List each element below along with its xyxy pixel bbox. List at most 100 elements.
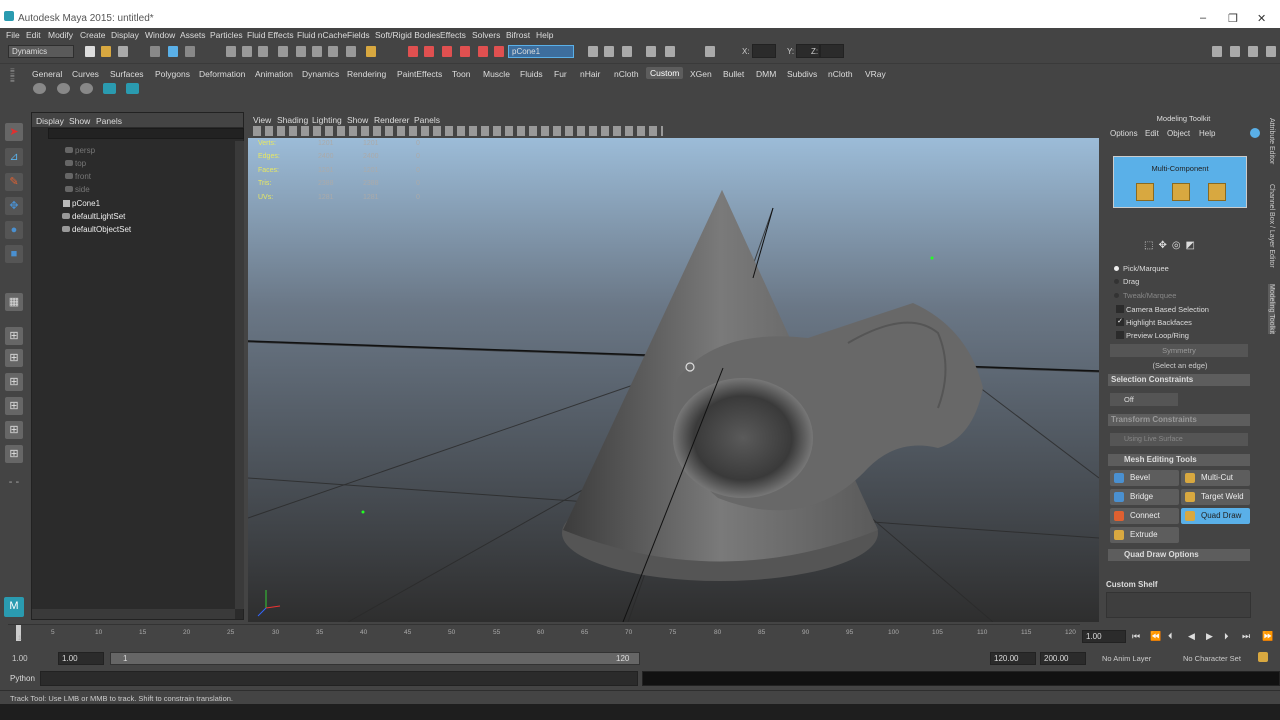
shelf-tab-nhair[interactable]: nHair xyxy=(580,69,600,79)
io-icon[interactable] xyxy=(328,46,338,57)
menu-soft-rigid-bodies[interactable]: Soft/Rigid Bodies xyxy=(375,30,440,40)
shelf-sphere-icon[interactable] xyxy=(33,83,46,94)
absolute-transform-icon[interactable] xyxy=(588,46,598,57)
object-name-field[interactable]: pCone1 xyxy=(508,45,574,58)
menu-assets[interactable]: Assets xyxy=(180,30,206,40)
current-frame-field[interactable]: 1.00 xyxy=(1082,630,1126,643)
side-by-side-layout-icon[interactable]: ⊞ xyxy=(5,349,23,367)
transform-constraint-dropdown[interactable]: Using Live Surface xyxy=(1110,433,1248,446)
command-language-label[interactable]: Python xyxy=(10,674,35,683)
hypershade-icon[interactable] xyxy=(460,46,470,57)
select-component-icon[interactable] xyxy=(185,46,195,57)
persp-graph-layout-icon[interactable]: ⊞ xyxy=(5,373,23,391)
transform-constraints-header[interactable]: Transform Constraints xyxy=(1108,414,1250,426)
shelf-tab-muscle[interactable]: Muscle xyxy=(483,69,510,79)
vertex-mode-icon[interactable] xyxy=(1136,183,1154,201)
face-mode-icon[interactable] xyxy=(1208,183,1226,201)
animation-start-field[interactable]: 1.00 xyxy=(12,654,28,663)
close-button[interactable]: ✕ xyxy=(1257,12,1266,25)
viewport-menu-view[interactable]: View xyxy=(253,115,271,125)
side-tab-modeling-toolkit[interactable]: Modeling Toolkit xyxy=(1268,284,1275,335)
menu-fluid-ncache[interactable]: Fluid nCache xyxy=(297,30,347,40)
snap-live-icon[interactable] xyxy=(296,46,306,57)
hypershade-layout-icon[interactable]: ⊞ xyxy=(5,421,23,439)
step-forward-frame-icon[interactable]: ⏵ xyxy=(1224,631,1229,642)
select-hierarchy-icon[interactable] xyxy=(150,46,160,57)
snap-point-icon[interactable] xyxy=(258,46,268,57)
menu-solvers[interactable]: Solvers xyxy=(472,30,500,40)
step-back-key-icon[interactable]: ⏪ xyxy=(1150,631,1161,642)
menu-display[interactable]: Display xyxy=(111,30,139,40)
outliner-item-defaultobjectset[interactable]: defaultObjectSet xyxy=(62,225,131,234)
outliner-filter-field[interactable] xyxy=(48,128,244,139)
save-scene-icon[interactable] xyxy=(118,46,128,57)
render-view-icon[interactable] xyxy=(478,46,488,57)
outliner-layout-icon[interactable]: ⊞ xyxy=(5,397,23,415)
menu-modify[interactable]: Modify xyxy=(48,30,73,40)
show-hide-attribute-editor-icon[interactable] xyxy=(1212,46,1222,57)
z-field[interactable] xyxy=(820,44,844,58)
target-weld-button[interactable]: Target Weld xyxy=(1181,489,1250,505)
outliner-item-top[interactable]: top xyxy=(65,159,86,168)
selection-constraints-header[interactable]: Selection Constraints xyxy=(1108,374,1250,386)
symmetry-button[interactable]: Symmetry xyxy=(1110,344,1248,357)
pick-marquee-option[interactable]: Pick/Marquee xyxy=(1114,264,1169,273)
shelf-tab-painteffects[interactable]: PaintEffects xyxy=(397,69,442,79)
bridge-button[interactable]: Bridge xyxy=(1110,489,1179,505)
outliner-item-pcone1[interactable]: pCone1 xyxy=(63,199,100,208)
lasso-tool-icon[interactable]: ⊿ xyxy=(5,148,23,166)
more-layouts-icon[interactable]: - - xyxy=(5,473,23,491)
tweak-marquee-option[interactable]: Tweak/Marquee xyxy=(1114,291,1176,300)
shelf-tab-animation[interactable]: Animation xyxy=(255,69,293,79)
shelf-handle-icon[interactable]: ≡ ≡ ≡ xyxy=(10,67,20,108)
shelf-tab-vray[interactable]: VRay xyxy=(865,69,886,79)
shelf-tab-surfaces[interactable]: Surfaces xyxy=(110,69,144,79)
four-view-layout-icon[interactable]: ⊞ xyxy=(5,327,23,345)
shelf-custom-tool-2-icon[interactable] xyxy=(126,83,139,94)
play-forwards-icon[interactable]: ▶ xyxy=(1206,631,1213,642)
selection-tool-icons[interactable]: ⬚✥◎◩ xyxy=(1144,240,1224,254)
menu-set-selector[interactable]: Dynamics xyxy=(8,45,74,58)
show-hide-tool-settings-icon[interactable] xyxy=(1230,46,1240,57)
outliner-horizontal-scrollbar[interactable] xyxy=(32,609,235,619)
drag-option[interactable]: Drag xyxy=(1114,277,1139,286)
snap-grid-icon[interactable] xyxy=(226,46,236,57)
shelf-custom-tool-1-icon[interactable] xyxy=(103,83,116,94)
uv-layout-icon[interactable]: ⊞ xyxy=(5,445,23,463)
shelf-tab-general[interactable]: General xyxy=(32,69,62,79)
anim-layer-dropdown[interactable]: No Anim Layer xyxy=(1102,654,1151,663)
minimize-button[interactable]: – xyxy=(1200,12,1206,24)
viewport-menu-panels[interactable]: Panels xyxy=(414,115,440,125)
rename-icon[interactable] xyxy=(622,46,632,57)
menu-bifrost[interactable]: Bifrost xyxy=(506,30,530,40)
shelf-tab-subdivs[interactable]: Subdivs xyxy=(787,69,817,79)
toolkit-menu-options[interactable]: Options xyxy=(1110,129,1138,138)
outliner-item-side[interactable]: side xyxy=(65,185,90,194)
shelf-tab-xgen[interactable]: XGen xyxy=(690,69,712,79)
viewport-menu-lighting[interactable]: Lighting xyxy=(312,115,342,125)
outliner-item-front[interactable]: front xyxy=(65,172,91,181)
outliner-menu-panels[interactable]: Panels xyxy=(96,116,122,126)
channel-icon[interactable] xyxy=(665,46,675,57)
move-tool-icon[interactable]: ✥ xyxy=(5,197,23,215)
shelf-tab-polygons[interactable]: Polygons xyxy=(155,69,190,79)
shelf-tab-deformation[interactable]: Deformation xyxy=(199,69,245,79)
scale-tool-icon[interactable]: ■ xyxy=(5,245,23,263)
outliner-item-defaultlightset[interactable]: defaultLightSet xyxy=(62,212,125,221)
ipr-render-icon[interactable] xyxy=(424,46,434,57)
multi-cut-button[interactable]: Multi-Cut xyxy=(1181,470,1250,486)
step-back-frame-icon[interactable]: ⏴ xyxy=(1168,631,1173,642)
relative-transform-icon[interactable] xyxy=(604,46,614,57)
restore-button[interactable]: ❐ xyxy=(1228,12,1238,25)
shelf-cube-icon[interactable] xyxy=(57,83,70,94)
cursor-icon[interactable] xyxy=(705,46,715,57)
quad-draw-button[interactable]: Quad Draw xyxy=(1181,508,1250,524)
outliner-menu-display[interactable]: Display xyxy=(36,116,64,126)
viewport-panel-toolbar-icons[interactable] xyxy=(253,126,663,136)
shelf-tab-ncloth-2[interactable]: nCloth xyxy=(828,69,853,79)
render-icon[interactable] xyxy=(408,46,418,57)
range-slider[interactable]: 1 120 xyxy=(110,652,640,665)
menu-file[interactable]: File xyxy=(6,30,20,40)
object-select-icon[interactable] xyxy=(494,46,504,57)
shelf-tab-dmm[interactable]: DMM xyxy=(756,69,776,79)
